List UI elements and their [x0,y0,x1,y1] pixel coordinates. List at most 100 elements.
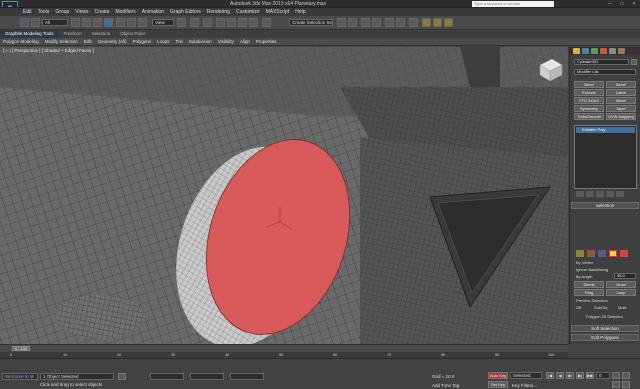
by-angle-checkbox[interactable]: By Angle: [576,274,593,279]
named-selection-dropdown[interactable]: Create Selection Se [289,19,333,26]
mirror-icon[interactable] [337,18,346,27]
select-manipulate-icon[interactable] [190,18,199,27]
element-mode-icon[interactable] [620,250,628,257]
bevel-button[interactable]: Bevel [606,81,636,88]
utilities-tab-icon[interactable] [618,48,625,54]
menu-customize[interactable]: Customize [233,8,263,16]
pan-icon[interactable] [622,372,630,379]
render-setup-icon[interactable] [422,18,431,27]
orbit-icon[interactable] [612,381,620,388]
menu-help[interactable]: Help [292,8,308,16]
hierarchy-tab-icon[interactable] [591,48,598,54]
menu-tools[interactable]: Tools [35,8,53,16]
maximize-icon[interactable]: □ [616,0,628,7]
perspective-viewport[interactable]: [ + ] [ Perspective ] [ Shaded + Edged F… [0,47,568,344]
viewport-label[interactable]: [ + ] [ Perspective ] [ Shaded + Edged F… [3,48,94,53]
panel-loops[interactable]: Loops [154,38,172,45]
window-crossing-icon[interactable] [104,18,113,27]
lathe-button[interactable]: Lathe [606,89,636,96]
lock-selection-icon[interactable] [118,373,126,380]
keyboard-shortcut-icon[interactable] [203,18,212,27]
object-name-field[interactable]: Cylinder001 [574,59,629,65]
selection-filter-dropdown[interactable]: All [42,19,68,26]
menu-group[interactable]: Group [52,8,72,16]
display-tab-icon[interactable] [609,48,616,54]
add-time-tag-button[interactable]: Add Time Tag [432,383,459,388]
ffd-button[interactable]: FFD 3x3x3 [574,97,604,104]
z-coord-field[interactable] [230,373,264,380]
current-frame-field[interactable]: 0 [596,372,610,379]
align-icon[interactable] [348,18,357,27]
schematic-view-icon[interactable] [396,18,405,27]
goto-end-icon[interactable]: ▶▶ [586,372,594,379]
taper-button[interactable]: Taper [606,105,636,112]
snaps-toggle-icon[interactable] [216,18,225,27]
select-rotate-icon[interactable] [127,18,136,27]
maxscript-listener[interactable]: Welcome to M [2,373,38,380]
panel-visibility[interactable]: Visibility [215,38,237,45]
create-tab-icon[interactable] [573,48,580,54]
x-coord-field[interactable] [150,373,184,380]
panel-edit[interactable]: Edit [81,38,95,45]
tab-selection[interactable]: Selection [87,30,116,38]
mesh-button[interactable]: Mesh [606,97,636,104]
pin-stack-icon[interactable] [576,191,584,197]
panel-geometry-all[interactable]: Geometry (All) [95,38,130,45]
menu-maxscript[interactable]: MAXScript [263,8,293,16]
pivot-center-icon[interactable] [177,18,186,27]
panel-align[interactable]: Align [237,38,253,45]
set-key-button[interactable]: Set Key [488,381,508,388]
maximize-viewport-icon[interactable] [622,381,630,388]
edit-polygons-rollout-header[interactable]: Edit Polygons [571,334,639,341]
undo-icon[interactable] [20,18,29,27]
modifier-stack[interactable]: Editable Poly [574,125,637,189]
extrude-mod-button[interactable]: Extrude [574,89,604,96]
menu-edit[interactable]: Edit [20,8,35,16]
key-filters-button[interactable]: Key Filters... [512,383,537,388]
next-frame-icon[interactable]: ▶| [576,372,584,379]
motion-tab-icon[interactable] [600,48,607,54]
menu-modifiers[interactable]: Modifiers [112,8,138,16]
close-icon[interactable]: × [628,0,640,7]
render-production-icon[interactable] [444,18,453,27]
tab-freeform[interactable]: Freeform [58,30,86,38]
make-unique-icon[interactable] [596,191,604,197]
select-move-icon[interactable] [116,18,125,27]
tab-graphite-modeling-tools[interactable]: Graphite Modeling Tools [0,30,59,38]
zoom-icon[interactable] [612,372,620,379]
panel-polygon-modeling[interactable]: Polygon Modeling [0,38,42,45]
border-mode-icon[interactable] [598,250,606,257]
rendered-frame-icon[interactable] [433,18,442,27]
shrink-button[interactable]: Shrink [574,281,604,288]
preview-off-radio[interactable]: Off [576,305,581,310]
stack-item-editable-poly[interactable]: Editable Poly [576,127,635,133]
panel-properties[interactable]: Properties [253,38,280,45]
menu-create[interactable]: Create [91,8,112,16]
symmetry-button[interactable]: Symmetry [574,105,604,112]
modify-tab-icon[interactable] [582,48,589,54]
object-color-swatch[interactable] [631,59,637,65]
remove-modifier-icon[interactable] [606,191,614,197]
menu-graph-editors[interactable]: Graph Editors [167,8,204,16]
auto-key-button[interactable]: Auto Key [488,372,508,379]
redo-icon[interactable] [31,18,40,27]
by-angle-spinner[interactable]: 45.0 [614,273,636,279]
curve-editor-icon[interactable] [385,18,394,27]
menu-animation[interactable]: Animation [139,8,167,16]
by-vertex-checkbox[interactable]: By Vertex [576,260,593,265]
tab-object-paint[interactable]: Object Paint [115,30,150,38]
select-scale-icon[interactable] [138,18,147,27]
goto-start-icon[interactable]: |◀ [546,372,554,379]
prev-frame-icon[interactable]: ◀ [556,372,564,379]
loop-button[interactable]: Loop [606,289,636,296]
rect-selection-icon[interactable] [93,18,102,27]
max-logo-icon[interactable]: 3 [2,1,18,7]
y-coord-field[interactable] [190,373,224,380]
select-by-name-icon[interactable] [82,18,91,27]
edge-mode-icon[interactable] [587,250,595,257]
ignore-backfacing-checkbox[interactable]: Ignore Backfacing [576,267,608,272]
layer-manager-icon[interactable] [361,18,370,27]
graphite-toggle-icon[interactable] [372,18,381,27]
show-end-result-icon[interactable] [586,191,594,197]
time-slider[interactable]: 0 / 100 [12,346,30,351]
